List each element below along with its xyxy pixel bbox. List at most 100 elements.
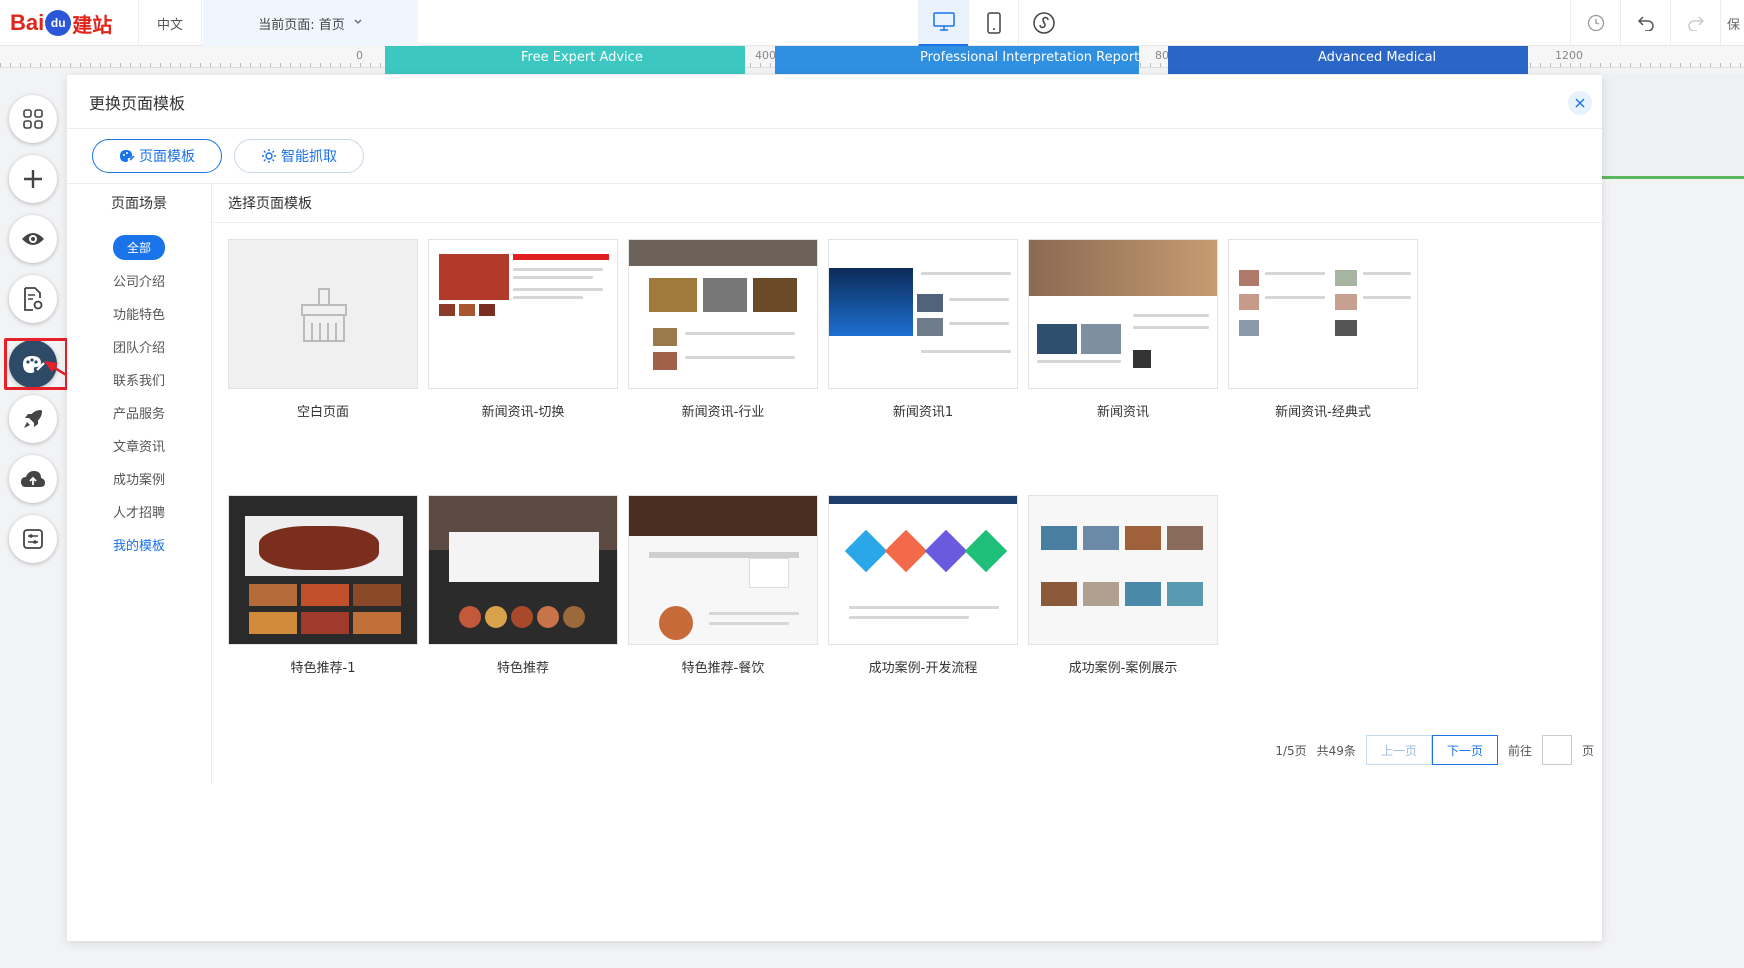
top-toolbar: Bai du 建站 中文 当前页面: 首页 保 (0, 0, 1744, 46)
undo-icon (1637, 16, 1654, 31)
tab-smart-capture[interactable]: 智能抓取 (234, 139, 364, 173)
template-panel: 选择页面模板 (213, 183, 1602, 223)
template-card[interactable]: 特色推荐 (428, 495, 618, 677)
template-card[interactable]: 成功案例-开发流程 (828, 495, 1018, 677)
eye-icon (22, 233, 44, 245)
dock-page-settings-button[interactable] (9, 275, 57, 323)
scene-item-team[interactable]: 团队介绍 (67, 330, 211, 363)
dock-publish-button[interactable] (9, 395, 57, 443)
ruler-number: 0 (356, 49, 363, 62)
goto-label: 前往 (1507, 743, 1532, 758)
device-switch (918, 0, 1068, 46)
scene-item-cases[interactable]: 成功案例 (67, 462, 211, 495)
next-page-button[interactable]: 下一页 (1431, 735, 1498, 765)
banner-strip-text: Professional Interpretation Report (920, 50, 1140, 65)
template-name: 新闻资讯-行业 (681, 405, 765, 420)
page-info: 1/5页 (1275, 743, 1307, 758)
template-name: 空白页面 (296, 405, 349, 420)
pagination: 1/5页 共49条 上一页 下一页 前往 页 (1275, 735, 1594, 765)
scene-sidebar-header: 页面场景 (111, 196, 167, 212)
page-unit-label: 页 (1581, 743, 1594, 758)
phone-icon (986, 12, 1001, 34)
banner-strip: Advanced Medical (1168, 46, 1528, 74)
tab-page-template[interactable]: 页面模板 (92, 139, 222, 173)
chevron-down-icon (353, 16, 363, 31)
template-thumbnail (828, 239, 1018, 389)
gear-icon (262, 149, 276, 163)
history-tools: 保 (1570, 0, 1744, 46)
baidu-jianzhan-logo[interactable]: Bai du 建站 (10, 6, 112, 40)
page-settings-icon (24, 287, 43, 311)
template-card[interactable]: 特色推荐-餐饮 (628, 495, 818, 677)
dock-preview-button[interactable] (9, 215, 57, 263)
current-page-select[interactable]: 当前页面: 首页 (203, 0, 418, 46)
template-card[interactable]: 新闻资讯 (1028, 239, 1218, 421)
tab-smart-capture-label: 智能抓取 (281, 149, 337, 165)
template-thumbnail (1028, 239, 1218, 389)
template-card[interactable]: 新闻资讯-行业 (628, 239, 818, 421)
redo-button[interactable] (1670, 0, 1720, 46)
close-icon (1575, 98, 1585, 108)
history-button[interactable] (1570, 0, 1620, 46)
template-card[interactable]: 新闻资讯-经典式 (1228, 239, 1418, 421)
dock-components-button[interactable] (9, 95, 57, 143)
save-button[interactable]: 保 (1720, 0, 1744, 46)
dock-add-button[interactable] (9, 155, 57, 203)
template-card[interactable]: 成功案例-案例展示 (1028, 495, 1218, 677)
template-thumbnail (1028, 495, 1218, 645)
plus-icon (24, 170, 42, 188)
scene-item-contact[interactable]: 联系我们 (67, 363, 211, 396)
template-thumbnail (228, 239, 418, 389)
miniprogram-view-button[interactable] (1018, 0, 1068, 46)
template-card[interactable]: 空白页面 (228, 239, 418, 421)
template-name: 新闻资讯-切换 (481, 405, 565, 420)
sliders-icon (23, 529, 43, 549)
scene-item-recruitment[interactable]: 人才招聘 (67, 495, 211, 528)
template-name: 特色推荐-1 (290, 661, 356, 676)
goto-page-input[interactable] (1541, 735, 1572, 765)
template-name: 特色推荐-餐饮 (681, 661, 765, 676)
template-card[interactable]: 特色推荐-1 (228, 495, 418, 677)
palette-icon (120, 150, 135, 162)
template-name: 特色推荐 (496, 661, 549, 676)
template-thumbnail (628, 239, 818, 389)
template-thumbnail (628, 495, 818, 645)
undo-button[interactable] (1620, 0, 1670, 46)
redo-icon (1687, 16, 1704, 31)
miniprogram-icon (1032, 12, 1055, 34)
template-name: 新闻资讯 (1096, 405, 1149, 420)
banner-strip-text: Free Expert Advice (521, 50, 643, 65)
scene-list: 全部 公司介绍 功能特色 团队介绍 联系我们 产品服务 文章资讯 成功案例 人才… (67, 223, 211, 561)
blank-page-icon (301, 288, 347, 342)
scene-item-articles[interactable]: 文章资讯 (67, 429, 211, 462)
template-name: 新闻资讯-经典式 (1275, 405, 1371, 420)
scene-item-my-templates[interactable]: 我的模板 (67, 528, 211, 561)
dock-upload-button[interactable] (9, 455, 57, 503)
template-thumbnail (428, 495, 618, 645)
language-switch[interactable]: 中文 (138, 0, 202, 46)
canvas-divider (1602, 176, 1744, 179)
current-page-label: 当前页面: 首页 (258, 17, 345, 33)
template-card[interactable]: 新闻资讯-切换 (428, 239, 618, 421)
template-name: 成功案例-开发流程 (868, 661, 978, 676)
scene-item-features[interactable]: 功能特色 (67, 297, 211, 330)
change-page-template-modal: 更换页面模板 页面模板 智能抓取 页面场景 全部 公司介绍 功能特色 团队介绍 … (67, 75, 1602, 941)
dock-site-settings-button[interactable] (9, 515, 57, 563)
total-count: 共49条 (1316, 743, 1356, 758)
canvas-decoration (1602, 74, 1744, 178)
scene-item-products[interactable]: 产品服务 (67, 396, 211, 429)
prev-page-button[interactable]: 上一页 (1365, 735, 1432, 765)
desktop-view-button[interactable] (918, 0, 968, 46)
scene-item-company-intro[interactable]: 公司介绍 (67, 264, 211, 297)
modal-close-button[interactable] (1568, 91, 1592, 115)
template-thumbnail (228, 495, 418, 645)
mobile-view-button[interactable] (968, 0, 1018, 46)
grid-icon (23, 109, 43, 129)
scene-item-all[interactable]: 全部 (67, 231, 211, 264)
template-card[interactable]: 新闻资讯1 (828, 239, 1018, 421)
logo-text-jianzhan: 建站 (72, 14, 113, 37)
template-panel-header: 选择页面模板 (213, 183, 1602, 223)
tab-page-template-label: 页面模板 (139, 149, 195, 165)
clock-icon (1587, 14, 1604, 32)
template-name: 成功案例-案例展示 (1068, 661, 1178, 676)
